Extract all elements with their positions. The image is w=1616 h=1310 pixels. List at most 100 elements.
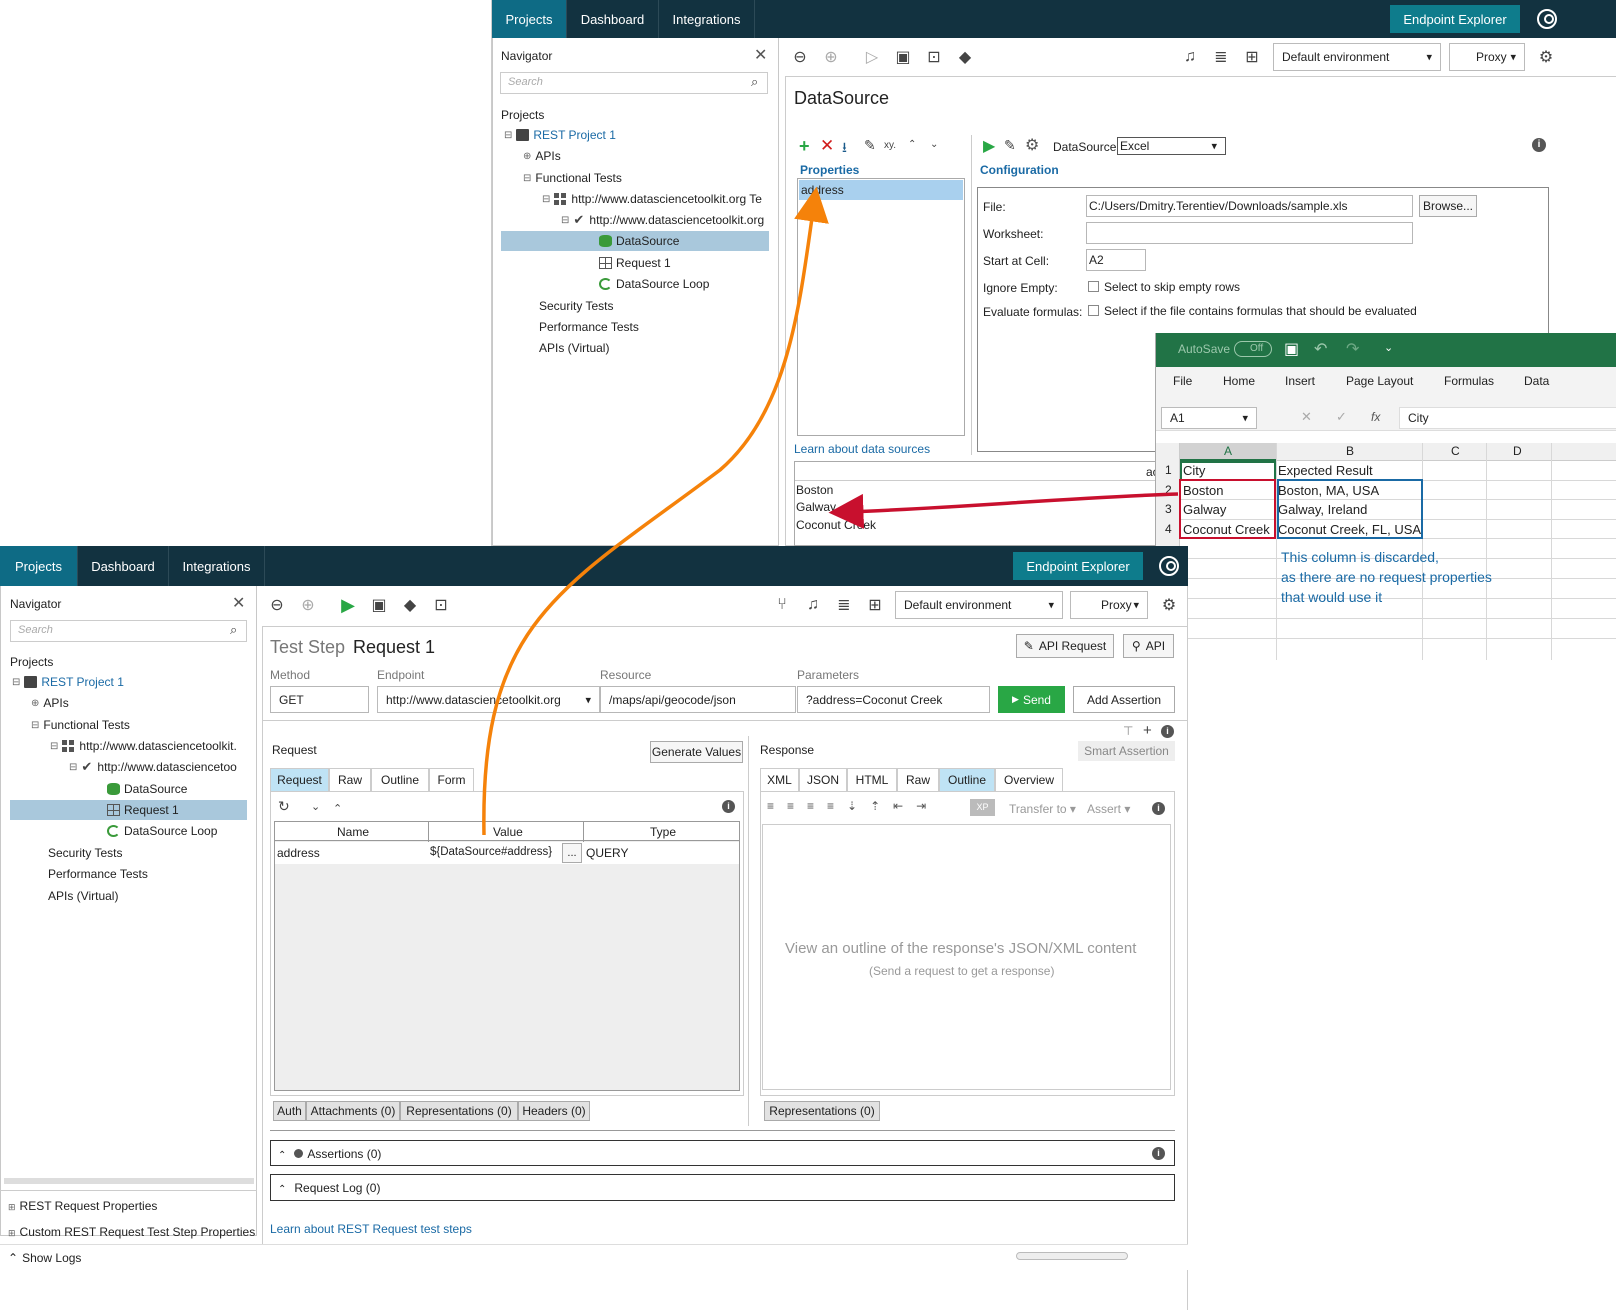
tree-project[interactable]: ⊟ REST Project 1 xyxy=(504,125,616,145)
proxy-select[interactable]: Proxy xyxy=(1070,591,1148,619)
save-icon[interactable]: ▣ xyxy=(368,594,390,616)
datasource-type-select[interactable]: Excel xyxy=(1117,137,1226,155)
grid-row-2[interactable]: Galway xyxy=(796,500,836,514)
tab-raw[interactable]: Raw xyxy=(329,768,371,791)
worksheet-input[interactable] xyxy=(1086,222,1413,244)
info-icon[interactable]: i xyxy=(1152,1147,1165,1160)
filter-icon[interactable]: ⊤ xyxy=(1123,724,1133,738)
network-icon[interactable]: ⊞ xyxy=(864,594,886,616)
save-icon[interactable]: ▣ xyxy=(1284,339,1299,359)
run-icon[interactable]: ▶ xyxy=(337,594,359,616)
bell-icon[interactable]: ♫ xyxy=(802,594,824,616)
tab-integrations[interactable]: Integrations xyxy=(659,0,755,38)
evaluate-formulas-checkbox[interactable]: Select if the file contains formulas tha… xyxy=(1088,304,1417,318)
tab-attachments[interactable]: Attachments (0) xyxy=(306,1101,400,1121)
xpath-icon[interactable]: XP xyxy=(970,799,995,816)
inspect-icon[interactable]: ⊡ xyxy=(430,594,452,616)
tree-datasource-loop[interactable]: DataSource Loop xyxy=(107,821,217,841)
redo-icon[interactable]: ↷ xyxy=(1346,339,1359,359)
parameters-input[interactable]: ?address=Coconut Creek xyxy=(797,686,990,713)
name-box[interactable]: A1 xyxy=(1161,407,1257,429)
browse-button[interactable]: Browse... xyxy=(1419,195,1477,217)
close-icon[interactable]: ✕ xyxy=(754,45,767,65)
tab-html[interactable]: HTML xyxy=(847,768,897,791)
customize-icon[interactable]: ⌄ xyxy=(1384,341,1393,354)
col-header-d[interactable]: D xyxy=(1513,444,1522,458)
user-icon[interactable] xyxy=(1537,9,1557,29)
cell-b1[interactable]: Expected Result xyxy=(1278,463,1373,478)
down-icon[interactable]: ⌄ xyxy=(930,139,938,150)
tab-outline[interactable]: Outline xyxy=(371,768,429,791)
rest-request-properties[interactable]: ⊞ REST Request Properties xyxy=(8,1199,157,1213)
ribbon-formulas[interactable]: Formulas xyxy=(1444,374,1494,388)
tree-functional-tests[interactable]: ⊟ Functional Tests xyxy=(31,715,130,735)
inspect-icon[interactable]: ⊡ xyxy=(923,46,945,68)
row-num-1[interactable]: 1 xyxy=(1165,463,1172,477)
file-input[interactable]: C:/Users/Dmitry.Terentiev/Downloads/samp… xyxy=(1086,195,1413,217)
branch-icon[interactable]: ⑂ xyxy=(771,594,793,616)
row-num-4[interactable]: 4 xyxy=(1165,522,1172,536)
forward-icon[interactable]: ⊕ xyxy=(820,46,842,68)
tree-test-suite[interactable]: ⊟ http://www.datasciencetoolkit.org Te xyxy=(542,189,770,209)
tree-apis-virtual[interactable]: APIs (Virtual) xyxy=(48,886,118,906)
info-icon[interactable]: i xyxy=(1532,138,1546,152)
property-item[interactable]: address xyxy=(799,180,963,200)
search-input[interactable]: Search xyxy=(500,72,768,94)
generate-values-button[interactable]: Generate Values xyxy=(650,741,743,763)
endpoint-explorer-button[interactable]: Endpoint Explorer xyxy=(1390,5,1520,33)
tab-dashboard[interactable]: Dashboard xyxy=(567,0,659,38)
horizontal-scrollbar[interactable] xyxy=(1016,1252,1128,1260)
grid-row-1[interactable]: Boston xyxy=(796,483,833,497)
tree-datasource[interactable]: DataSource xyxy=(501,231,769,251)
tree-test-case[interactable]: ⊟ ✔ http://www.datasciencetoo xyxy=(69,757,248,777)
tab-response-representations[interactable]: Representations (0) xyxy=(764,1101,880,1121)
tab-request[interactable]: Request xyxy=(270,768,329,791)
chevron-up-icon[interactable]: ⌃ xyxy=(333,802,342,815)
diamond-icon[interactable]: ◆ xyxy=(399,594,421,616)
download-icon[interactable]: ⭳ xyxy=(842,137,847,161)
request-log-header[interactable]: ⌃ Request Log (0) xyxy=(278,1181,380,1195)
tree-request[interactable]: Request 1 xyxy=(599,253,671,273)
tab-auth[interactable]: Auth xyxy=(273,1101,306,1121)
settings-icon[interactable]: ⚙ xyxy=(1025,135,1039,155)
xy-icon[interactable]: xy. xyxy=(884,140,896,151)
col-header-b[interactable]: B xyxy=(1346,444,1354,458)
tab-json[interactable]: JSON xyxy=(799,768,847,791)
resource-input[interactable]: /maps/api/geocode/json xyxy=(600,686,796,713)
learn-request-steps-link[interactable]: Learn about REST Request test steps xyxy=(270,1222,472,1236)
database-icon[interactable]: ≣ xyxy=(833,594,855,616)
eraser-icon[interactable]: ✎ xyxy=(864,137,876,154)
learn-data-sources-link[interactable]: Learn about data sources xyxy=(794,442,930,456)
proxy-select[interactable]: Proxy xyxy=(1449,43,1525,71)
nav-scrollbar[interactable] xyxy=(4,1178,254,1184)
request-log-panel[interactable] xyxy=(270,1174,1175,1201)
tree-request[interactable]: Request 1 xyxy=(10,800,247,820)
tree-datasource[interactable]: DataSource xyxy=(107,779,187,799)
row-num-2[interactable]: 2 xyxy=(1165,483,1172,497)
send-button[interactable]: ▶ Send xyxy=(998,686,1065,713)
tab-outline[interactable]: Outline xyxy=(939,768,995,791)
endpoint-select[interactable]: http://www.datasciencetoolkit.org xyxy=(377,686,600,713)
assert-dropdown[interactable]: Assert ▾ xyxy=(1087,802,1130,816)
row-name[interactable]: address xyxy=(277,846,320,860)
settings-icon[interactable]: ⚙ xyxy=(1535,46,1557,68)
custom-properties[interactable]: ⊞ Custom REST Request Test Step Propertie… xyxy=(8,1225,255,1239)
tree-performance-tests[interactable]: Performance Tests xyxy=(539,317,639,337)
ribbon-page-layout[interactable]: Page Layout xyxy=(1346,374,1413,388)
ribbon-file[interactable]: File xyxy=(1173,374,1192,388)
info-icon[interactable]: i xyxy=(1161,725,1174,738)
tree-test-suite[interactable]: ⊟ http://www.datasciencetoolkit. xyxy=(50,736,248,756)
tree-functional-tests[interactable]: ⊟ Functional Tests xyxy=(523,168,622,188)
tree-test-case[interactable]: ⊟ ✔ http://www.datasciencetoolkit.org xyxy=(561,210,770,230)
tab-headers[interactable]: Headers (0) xyxy=(518,1101,590,1121)
up-icon[interactable]: ⌃ xyxy=(908,139,916,150)
fx-icon[interactable]: fx xyxy=(1371,410,1380,424)
tab-projects[interactable]: Projects xyxy=(0,546,78,586)
tree-apis-virtual[interactable]: APIs (Virtual) xyxy=(539,338,609,358)
row-num-3[interactable]: 3 xyxy=(1165,502,1172,516)
endpoint-explorer-button[interactable]: Endpoint Explorer xyxy=(1013,552,1143,580)
cell-a1[interactable]: City xyxy=(1183,463,1205,478)
api-button[interactable]: ⚲ API xyxy=(1123,634,1174,658)
ribbon-home[interactable]: Home xyxy=(1223,374,1255,388)
settings-icon[interactable]: ⚙ xyxy=(1158,594,1180,616)
